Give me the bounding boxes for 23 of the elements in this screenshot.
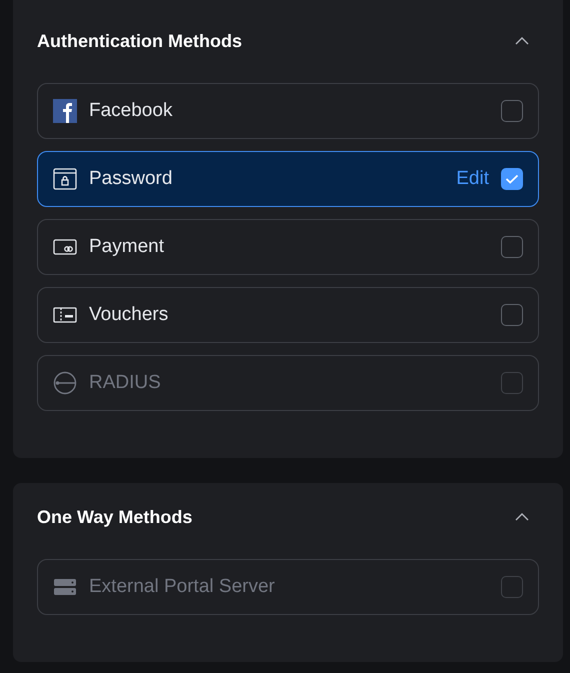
- dial-icon: [53, 371, 77, 395]
- method-option[interactable]: Vouchers: [37, 287, 539, 343]
- checkbox[interactable]: [501, 236, 523, 258]
- section-title: One Way Methods: [37, 506, 192, 528]
- option-label: External Portal Server: [89, 576, 276, 598]
- option-label: Vouchers: [89, 304, 170, 326]
- edit-link[interactable]: Edit: [456, 168, 489, 190]
- chevron-icon[interactable]: [515, 37, 529, 45]
- checkbox[interactable]: [501, 168, 523, 190]
- method-option[interactable]: Facebook: [37, 83, 539, 139]
- method-option[interactable]: Payment: [37, 219, 539, 275]
- option-label: Payment: [89, 236, 165, 258]
- lock-window-icon: [53, 167, 77, 191]
- option-label: Password: [89, 168, 174, 190]
- option-label: Facebook: [89, 100, 174, 122]
- checkbox[interactable]: [501, 304, 523, 326]
- check-icon: [505, 174, 519, 184]
- method-option[interactable]: Password Edit: [37, 151, 539, 207]
- checkbox[interactable]: [501, 100, 523, 122]
- option-label: RADIUS: [89, 372, 162, 394]
- section-title: Authentication Methods: [37, 30, 242, 52]
- facebook-icon: [53, 99, 77, 123]
- chevron-icon[interactable]: [515, 513, 529, 521]
